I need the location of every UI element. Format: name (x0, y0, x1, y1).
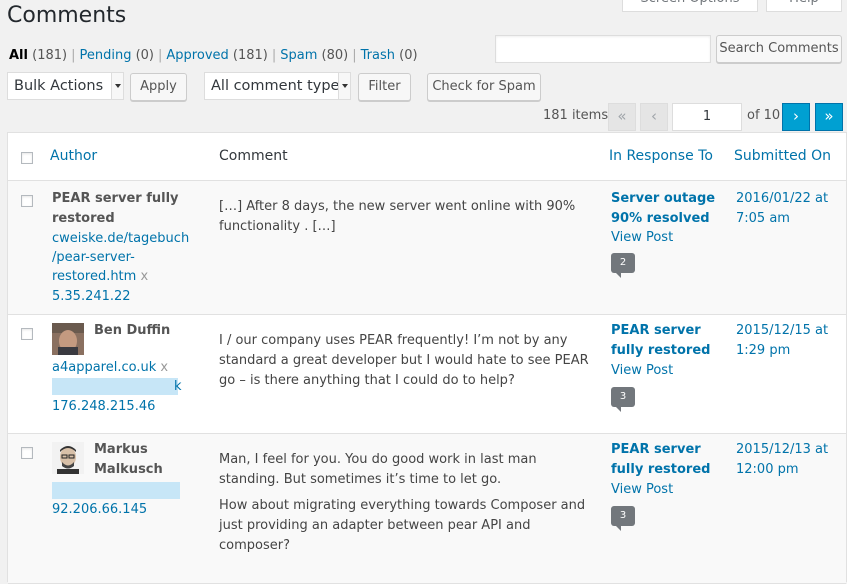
response-post-link[interactable]: PEAR server fully restored (611, 440, 721, 480)
items-count: 181 items (543, 108, 609, 123)
comment-count-bubble-icon[interactable]: 3 (611, 506, 635, 531)
row-checkbox[interactable] (21, 328, 33, 340)
submitted-date-link[interactable]: 2015/12/13 at 12:00 pm (736, 440, 836, 480)
author-name: PEAR server fully restored (52, 191, 179, 226)
table-row: PEAR server fully restored cweiske.de/tag… (8, 181, 846, 315)
author-url[interactable]: cweiske.de/tagebuch (52, 231, 189, 246)
check-spam-button[interactable]: Check for Spam (427, 73, 541, 101)
author-email-tail[interactable]: k (174, 379, 182, 394)
current-page-input[interactable]: 1 (672, 103, 742, 131)
page-title: Comments (7, 3, 127, 28)
author-name: Markus Malkusch (94, 442, 163, 477)
row-checkbox[interactable] (21, 195, 33, 207)
view-post-link[interactable]: View Post (611, 230, 673, 245)
author-ip[interactable]: 176.248.215.46 (52, 399, 155, 414)
redacted-email (52, 378, 178, 395)
author-url[interactable]: a4apparel.co.uk (52, 360, 156, 375)
comment-text: I / our company uses PEAR frequently! I’… (219, 333, 589, 388)
submitted-date-link[interactable]: 2015/12/15 at 1:29 pm (736, 321, 836, 361)
search-input[interactable] (495, 35, 711, 63)
chevron-down-icon (338, 73, 350, 99)
view-post-link[interactable]: View Post (611, 363, 673, 378)
filter-pending[interactable]: Pending (0) (79, 48, 154, 63)
comment-count-bubble-icon[interactable]: 3 (611, 387, 635, 412)
filter-spam[interactable]: Spam (80) (280, 48, 348, 63)
filter-trash[interactable]: Trash (0) (361, 48, 418, 63)
bulk-actions-value: Bulk Actions (14, 78, 104, 94)
prev-page-button[interactable]: ‹ (640, 103, 668, 131)
view-post-link[interactable]: View Post (611, 482, 673, 497)
screen-options-button[interactable]: Screen Options (622, 0, 758, 12)
remove-url-icon[interactable]: x (140, 269, 148, 284)
comment-text: Man, I feel for you. You do good work in… (219, 452, 586, 553)
first-page-button[interactable]: « (608, 103, 636, 131)
chevron-down-icon (111, 73, 123, 99)
status-filters: All (181) | Pending (0) | Approved (181) | Spa… (9, 48, 418, 63)
comment-type-value: All comment types (211, 78, 348, 94)
comment-count-bubble-icon[interactable]: 2 (611, 253, 635, 278)
response-post-link[interactable]: Server outage 90% resolved (611, 189, 721, 229)
response-post-link[interactable]: PEAR server fully restored (611, 321, 721, 361)
redacted-email (52, 482, 180, 499)
author-url[interactable]: restored.htm (52, 269, 136, 284)
table-row: Markus Malkusch 92.206.66.145 Man, I feel… (8, 434, 846, 584)
remove-url-icon[interactable]: x (160, 360, 168, 375)
author-ip[interactable]: 92.206.66.145 (52, 502, 147, 517)
author-name: Ben Duffin (94, 323, 171, 338)
search-comments-button[interactable]: Search Comments (716, 35, 842, 63)
column-submitted-on[interactable]: Submitted On (734, 148, 831, 164)
last-page-button[interactable]: » (815, 103, 843, 131)
author-ip[interactable]: 5.35.241.22 (52, 289, 131, 304)
bulk-actions-select[interactable]: Bulk Actions (7, 72, 124, 100)
column-in-response-to[interactable]: In Response To (609, 148, 713, 164)
row-checkbox[interactable] (21, 447, 33, 459)
author-url[interactable]: /pear-server- (52, 250, 135, 265)
column-author[interactable]: Author (50, 148, 97, 164)
filter-button[interactable]: Filter (358, 73, 411, 101)
select-all-checkbox[interactable] (21, 152, 33, 164)
column-comment: Comment (219, 148, 288, 164)
avatar (52, 323, 84, 355)
avatar (52, 442, 84, 474)
next-page-button[interactable]: › (782, 103, 810, 131)
table-row: Ben Duffin a4apparel.co.uk x k 176.248.2… (8, 315, 846, 434)
table-header: Author Comment In Response To Submitted … (8, 133, 846, 181)
help-button[interactable]: Help (766, 0, 842, 12)
comment-type-select[interactable]: All comment types (204, 72, 351, 100)
filter-approved[interactable]: Approved (181) (166, 48, 267, 63)
total-pages: of 10 (747, 108, 781, 123)
submitted-date-link[interactable]: 2016/01/22 at 7:05 am (736, 189, 836, 229)
apply-button[interactable]: Apply (130, 73, 187, 101)
filter-all[interactable]: All (181) (9, 48, 67, 63)
comment-text: […] After 8 days, the new server went on… (219, 199, 576, 234)
comments-table: Author Comment In Response To Submitted … (7, 132, 847, 584)
